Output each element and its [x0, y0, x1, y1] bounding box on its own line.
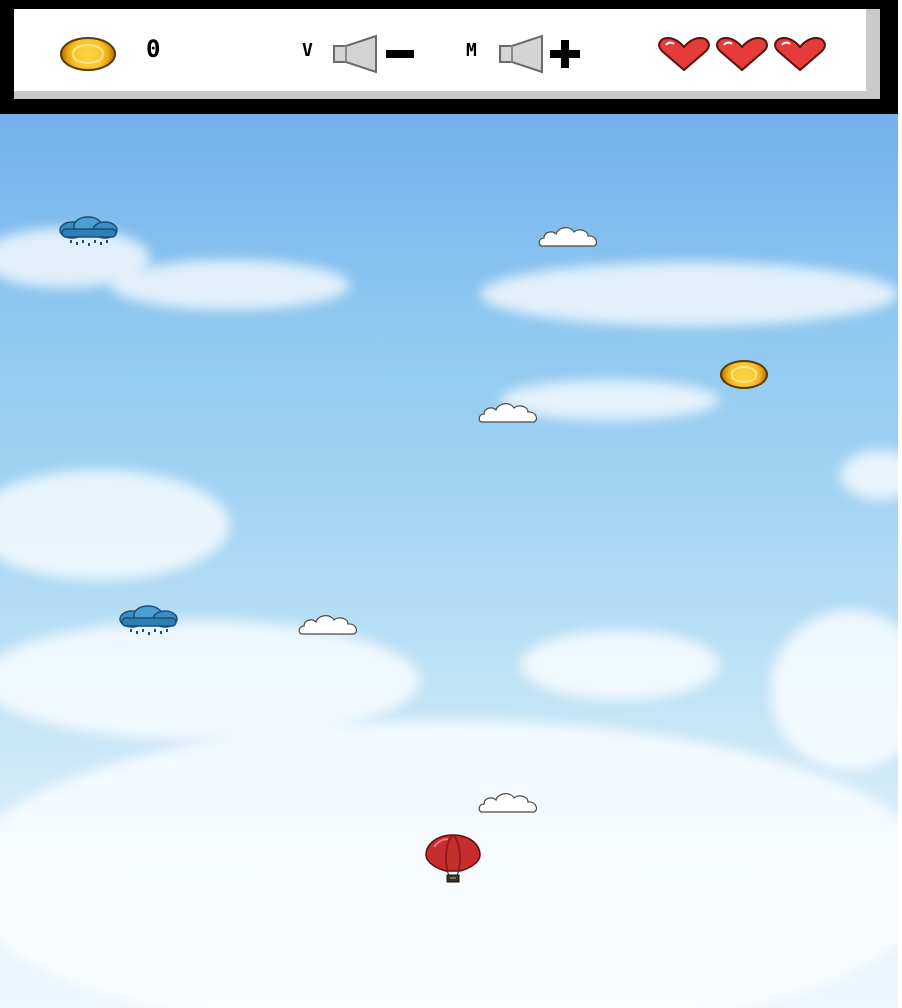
heart-icon [658, 36, 710, 72]
lives-display [656, 36, 836, 73]
rain-cloud-icon [58, 216, 120, 248]
volume-label: V [302, 40, 313, 61]
hud-bar: 0 V M [0, 0, 898, 114]
heart-icon [716, 36, 768, 72]
hud-panel: 0 V M [14, 9, 880, 99]
background-cloud [0, 470, 230, 580]
background-cloud [770, 610, 898, 770]
background-cloud [840, 450, 898, 500]
cloud-icon [478, 790, 540, 816]
speaker-plus-icon[interactable] [498, 34, 588, 74]
coin-icon [60, 37, 116, 71]
background-cloud [520, 630, 720, 700]
cloud-icon [298, 612, 360, 638]
background-cloud [480, 262, 898, 326]
cloud-icon [538, 224, 600, 250]
heart-icon [774, 36, 826, 72]
score-value: 0 [146, 35, 161, 63]
music-label: M [466, 40, 477, 61]
cloud-icon [478, 400, 540, 426]
hot-air-balloon-icon[interactable] [424, 833, 482, 883]
speaker-minus-icon[interactable] [332, 34, 422, 74]
game-canvas[interactable]: 0 V M [0, 0, 898, 1008]
background-cloud [110, 260, 350, 310]
coin-pickup [720, 360, 768, 389]
rain-cloud-icon [118, 605, 180, 637]
